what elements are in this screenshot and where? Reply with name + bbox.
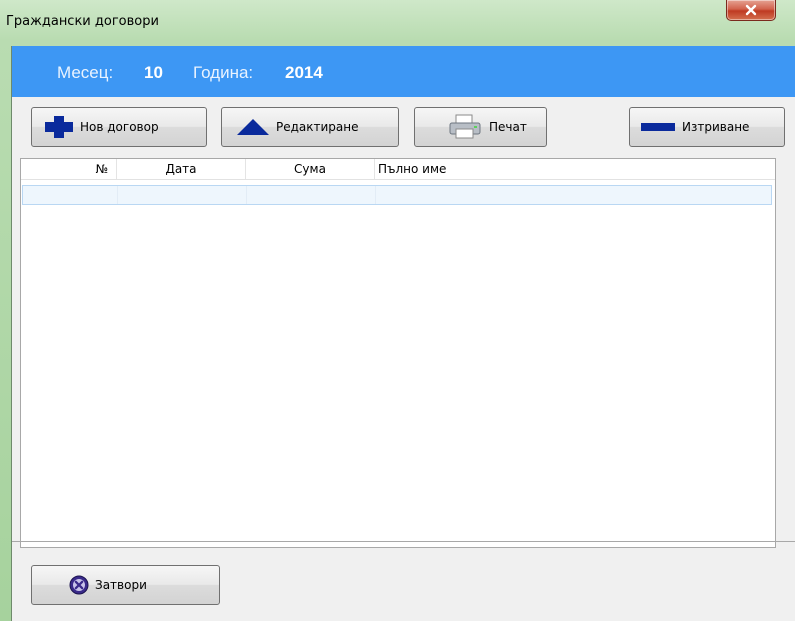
year-value: 2014 xyxy=(285,63,323,82)
new-contract-label: Нов договор xyxy=(80,120,159,134)
footer-divider xyxy=(12,541,795,542)
month-value: 10 xyxy=(144,63,163,82)
table-cell xyxy=(247,186,376,204)
print-label: Печат xyxy=(489,120,527,134)
close-button[interactable]: Затвори xyxy=(31,565,220,605)
edit-button[interactable]: Редактиране xyxy=(221,107,399,147)
window-frame: Граждански договори Месец: 10 Година: 20… xyxy=(0,0,795,621)
table-header: № Дата Сума Пълно име xyxy=(21,159,775,180)
column-header-full-name[interactable]: Пълно име xyxy=(375,159,775,179)
year-label: Година: xyxy=(193,63,254,82)
close-label: Затвори xyxy=(95,578,147,592)
column-header-number[interactable]: № xyxy=(21,159,117,179)
printer-icon xyxy=(447,114,483,140)
table-cell xyxy=(118,186,247,204)
delete-label: Изтриване xyxy=(682,120,750,134)
new-contract-button[interactable]: Нов договор xyxy=(31,107,207,147)
delete-button[interactable]: Изтриване xyxy=(629,107,785,147)
triangle-up-icon xyxy=(236,118,270,136)
client-area: Месец: 10 Година: 2014 Нов договор Редак… xyxy=(11,46,795,621)
contracts-table[interactable]: № Дата Сума Пълно име xyxy=(20,158,776,548)
window-title: Граждански договори xyxy=(6,14,159,29)
edit-label: Редактиране xyxy=(276,120,359,134)
period-header: Месец: 10 Година: 2014 xyxy=(12,46,795,97)
table-cell xyxy=(23,186,118,204)
close-icon xyxy=(745,4,757,16)
plus-icon xyxy=(44,115,74,139)
print-button[interactable]: Печат xyxy=(414,107,547,147)
window-close-button[interactable] xyxy=(726,0,776,21)
month-label: Месец: xyxy=(57,63,114,82)
column-header-date[interactable]: Дата xyxy=(117,159,246,179)
minus-icon xyxy=(640,121,676,133)
table-row[interactable] xyxy=(22,185,772,205)
column-header-sum[interactable]: Сума xyxy=(246,159,375,179)
title-bar[interactable]: Граждански договори xyxy=(0,0,795,46)
close-circle-icon xyxy=(69,575,89,595)
